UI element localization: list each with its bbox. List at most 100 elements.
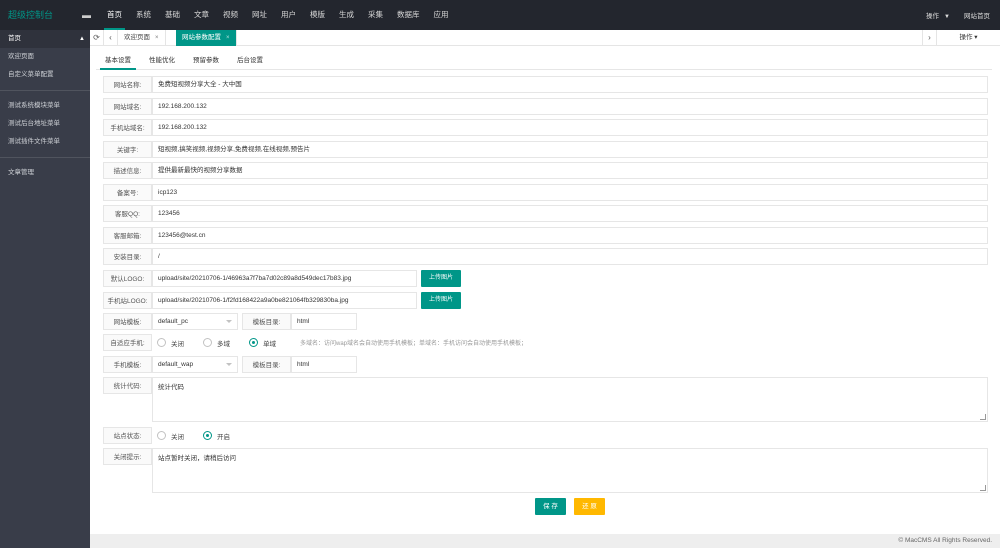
radio-circle-selected <box>249 338 258 347</box>
form-row-logo: 默认LOGO: upload/site/20210706-1/46963a7f7… <box>103 270 462 287</box>
field-label: 模板目录: <box>242 356 291 373</box>
form-row-adaptive: 自适应手机: 关闭 多域 单域 多域名：访问wap域名会自动使用手机模板；单域名… <box>103 334 527 351</box>
field-label: 网站域名: <box>103 98 152 115</box>
top-bar: 超级控制台 ▬ 首页 系统 基础 文章 视频 网址 用户 模版 生成 采集 数据… <box>0 0 1000 30</box>
upload-mobile-logo-button[interactable]: 上传图片 <box>421 292 462 309</box>
icp-input[interactable]: icp123 <box>152 184 988 201</box>
site-name-input[interactable]: 免费短视频分享大全 - 大中国 <box>152 76 988 93</box>
form-row-stats-code: 统计代码: 统计代码 <box>103 377 988 422</box>
install-dir-input[interactable]: / <box>152 248 988 265</box>
mobile-template-select[interactable]: default_wap <box>152 356 238 373</box>
main-content: 基本设置 性能优化 预留参数 后台设置 网站名称: 免费短视频分享大全 - 大中… <box>90 46 1000 534</box>
field-label: 站点状态: <box>103 427 152 444</box>
nav-item-video[interactable]: 视频 <box>216 0 245 30</box>
sidebar-divider <box>0 90 90 91</box>
radio-label: 关闭 <box>171 433 184 441</box>
radio-label: 单域 <box>263 340 276 348</box>
adaptive-radio-multi[interactable]: 多域 <box>203 338 230 348</box>
description-input[interactable]: 提供最新最快的视频分享数据 <box>152 162 988 179</box>
nav-item-database[interactable]: 数据库 <box>390 0 427 30</box>
close-tip-textarea[interactable]: 站点暂时关闭，请稍后访问 <box>152 448 988 493</box>
app-logo[interactable]: 超级控制台 <box>0 0 90 30</box>
site-template-dir-input[interactable]: html <box>291 313 357 330</box>
nav-item-basic[interactable]: 基础 <box>158 0 187 30</box>
nav-item-collect[interactable]: 采集 <box>361 0 390 30</box>
chevron-left-icon[interactable]: ‹ <box>104 30 118 46</box>
nav-item-article[interactable]: 文章 <box>187 0 216 30</box>
qq-input[interactable]: 123456 <box>152 205 988 222</box>
email-input[interactable]: 123456@test.cn <box>152 227 988 244</box>
close-icon[interactable]: × <box>226 35 230 41</box>
reset-button[interactable]: 还 原 <box>574 498 605 515</box>
status-radio-on[interactable]: 开启 <box>203 431 230 441</box>
sidebar-item-test-plugin[interactable]: 测试插件文件菜单 <box>0 133 90 151</box>
keywords-input[interactable]: 短视频,搞笑视频,视频分享,免费视频,在线视频,预告片 <box>152 141 988 158</box>
field-label: 统计代码: <box>103 377 152 394</box>
field-label: 关闭提示: <box>103 448 152 465</box>
site-home-link[interactable]: 网站首页 <box>964 10 990 20</box>
form-row-site-domain: 网站域名: 192.168.200.132 <box>103 98 988 115</box>
sidebar-item-welcome[interactable]: 欢迎页面 <box>0 48 90 66</box>
adaptive-hint: 多域名：访问wap域名会自动使用手机模板；单域名：手机访问会自动使用手机模板； <box>300 341 528 347</box>
site-domain-input[interactable]: 192.168.200.132 <box>152 98 988 115</box>
site-template-select[interactable]: default_pc <box>152 313 238 330</box>
logo-path-input[interactable]: upload/site/20210706-1/46963a7f7ba7d02c8… <box>152 270 417 287</box>
save-button[interactable]: 保 存 <box>535 498 566 515</box>
adaptive-radio-single[interactable]: 单域 <box>249 338 276 348</box>
close-icon[interactable]: × <box>155 35 159 41</box>
stats-code-textarea[interactable]: 统计代码 <box>152 377 988 422</box>
tabs-ops-menu[interactable]: 操作 ▾ <box>936 30 1000 46</box>
mobile-domain-input[interactable]: 192.168.200.132 <box>152 119 988 136</box>
tab-performance[interactable]: 性能优化 <box>140 54 184 69</box>
form-row-install-dir: 安装目录: / <box>103 248 988 265</box>
adaptive-radio-off[interactable]: 关闭 <box>157 338 184 348</box>
form-row-site-status: 站点状态: 关闭 开启 <box>103 427 244 444</box>
page-tab-label: 欢迎页面 <box>124 34 150 41</box>
menu-toggle-icon[interactable]: ▬ <box>82 10 91 20</box>
tab-admin-settings[interactable]: 后台设置 <box>228 54 272 69</box>
nav-item-generate[interactable]: 生成 <box>332 0 361 30</box>
mobile-template-dir-input[interactable]: html <box>291 356 357 373</box>
page-tab-welcome[interactable]: 欢迎页面 × <box>118 30 166 46</box>
mobile-logo-path-input[interactable]: upload/site/20210706-1/f2fd168422a9a0be8… <box>152 292 417 309</box>
sidebar-item-article-manage[interactable]: 文章管理 <box>0 164 90 182</box>
top-ops-label: 操作 <box>926 13 940 20</box>
sidebar-item-custom-menu[interactable]: 自定义菜单配置 <box>0 66 90 84</box>
caret-down-icon: ▼ <box>944 14 950 20</box>
nav-item-home[interactable]: 首页 <box>100 0 129 30</box>
field-label: 网站名称: <box>103 76 152 93</box>
nav-item-website[interactable]: 网址 <box>245 0 274 30</box>
nav-item-template[interactable]: 模版 <box>303 0 332 30</box>
status-radio-off[interactable]: 关闭 <box>157 431 184 441</box>
sidebar-item-test-module[interactable]: 测试系统模块菜单 <box>0 97 90 115</box>
page-tab-site-config[interactable]: 网站参数配置 × <box>176 30 237 46</box>
chevron-right-icon[interactable]: › <box>922 30 936 46</box>
radio-label: 多域 <box>217 340 230 348</box>
sidebar-item-test-admin[interactable]: 测试后台地址菜单 <box>0 115 90 133</box>
page-tabs-bar: ⟳ ‹ 欢迎页面 × 网站参数配置 × › 操作 ▾ <box>90 30 1000 46</box>
form-actions: 保 存 还 原 <box>535 498 605 515</box>
nav-item-user[interactable]: 用户 <box>274 0 303 30</box>
tab-reserved-params[interactable]: 预留参数 <box>184 54 228 69</box>
caret-up-icon: ▲ <box>79 36 85 42</box>
top-ops-menu[interactable]: 操作 ▼ <box>926 10 950 20</box>
radio-circle-selected <box>203 431 212 440</box>
field-label: 自适应手机: <box>103 334 152 351</box>
sidebar: 首页 ▲ 欢迎页面 自定义菜单配置 测试系统模块菜单 测试后台地址菜单 测试插件… <box>0 30 90 548</box>
field-label: 默认LOGO: <box>103 270 152 287</box>
refresh-icon[interactable]: ⟳ <box>90 30 104 46</box>
field-label: 手机站LOGO: <box>103 292 152 309</box>
field-label: 关键字: <box>103 141 152 158</box>
tabs-ops-label: 操作 <box>959 34 973 41</box>
form-row-keywords: 关键字: 短视频,搞笑视频,视频分享,免费视频,在线视频,预告片 <box>103 141 988 158</box>
radio-label: 开启 <box>217 433 230 441</box>
form-row-mobile-logo: 手机站LOGO: upload/site/20210706-1/f2fd1684… <box>103 292 462 309</box>
sidebar-item-home[interactable]: 首页 ▲ <box>0 30 90 48</box>
form-row-mobile-domain: 手机站域名: 192.168.200.132 <box>103 119 988 136</box>
nav-item-apps[interactable]: 应用 <box>427 0 456 30</box>
upload-logo-button[interactable]: 上传图片 <box>421 270 462 287</box>
tab-basic-settings[interactable]: 基本设置 <box>96 54 140 70</box>
nav-item-system[interactable]: 系统 <box>129 0 158 30</box>
form-row-email: 客服邮箱: 123456@test.cn <box>103 227 988 244</box>
form-row-site-name: 网站名称: 免费短视频分享大全 - 大中国 <box>103 76 988 93</box>
